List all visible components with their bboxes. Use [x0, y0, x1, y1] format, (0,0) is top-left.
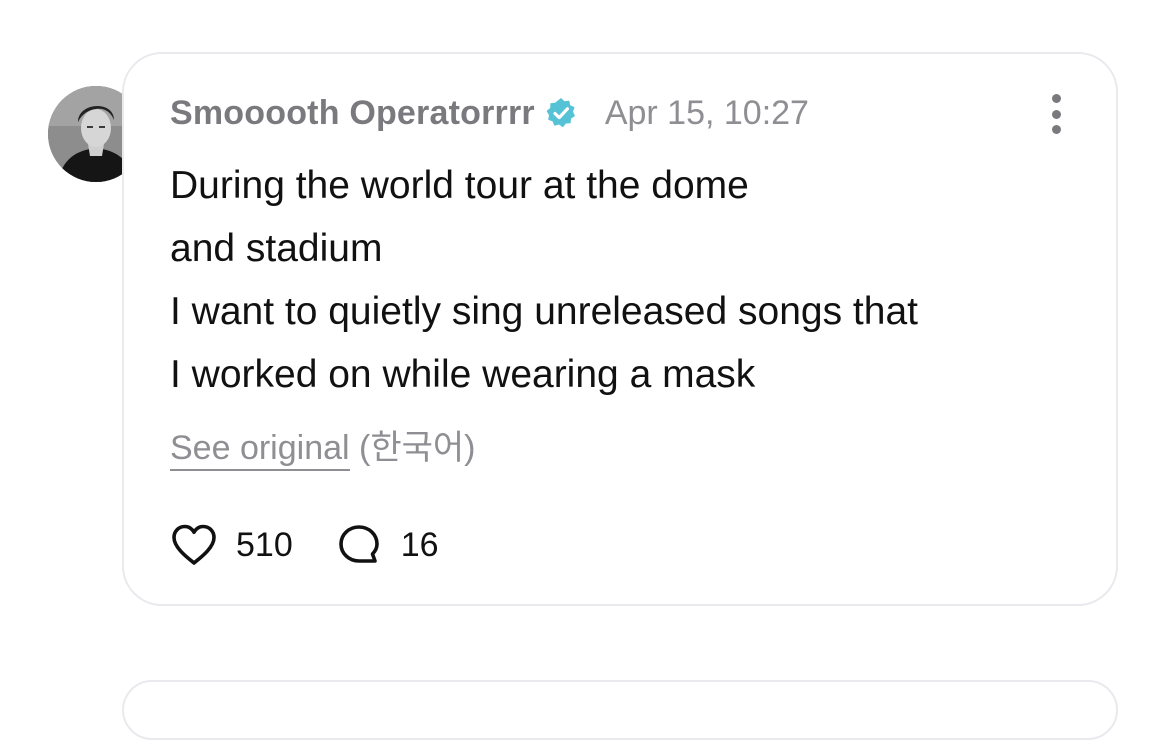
- reply-count: 16: [400, 525, 439, 564]
- more-options-button[interactable]: [1046, 94, 1066, 134]
- post-body-line: I want to quietly sing unreleased songs …: [170, 290, 918, 333]
- post-actions: 510 16: [170, 520, 481, 570]
- post-body-line: I worked on while wearing a mask: [170, 353, 756, 396]
- like-count: 510: [236, 525, 293, 564]
- post-card[interactable]: Smooooth Operatorrrr Apr 15, 10:27 Durin…: [122, 52, 1118, 606]
- translation-note: See original (한국어): [170, 420, 476, 471]
- more-vertical-icon: [1051, 94, 1061, 103]
- see-original-link[interactable]: See original: [170, 429, 350, 471]
- username[interactable]: Smooooth Operatorrrr: [170, 94, 535, 133]
- post-timestamp: Apr 15, 10:27: [604, 93, 809, 132]
- heart-icon: [172, 524, 216, 565]
- original-language-label: (한국어): [359, 429, 476, 467]
- like-button[interactable]: 510: [170, 523, 293, 567]
- reply-button[interactable]: 16: [335, 523, 439, 567]
- verified-badge-icon: [545, 97, 577, 129]
- post-header: Smooooth Operatorrrr Apr 15, 10:27: [170, 88, 809, 138]
- more-vertical-icon: [1051, 125, 1061, 134]
- speech-bubble-icon: [338, 525, 379, 563]
- post-body: During the world tour at the dome and st…: [170, 154, 1090, 406]
- post-body-line: During the world tour at the dome: [170, 164, 749, 207]
- next-post-card[interactable]: [122, 680, 1118, 740]
- post-body-line: and stadium: [170, 227, 383, 270]
- more-vertical-icon: [1051, 109, 1061, 119]
